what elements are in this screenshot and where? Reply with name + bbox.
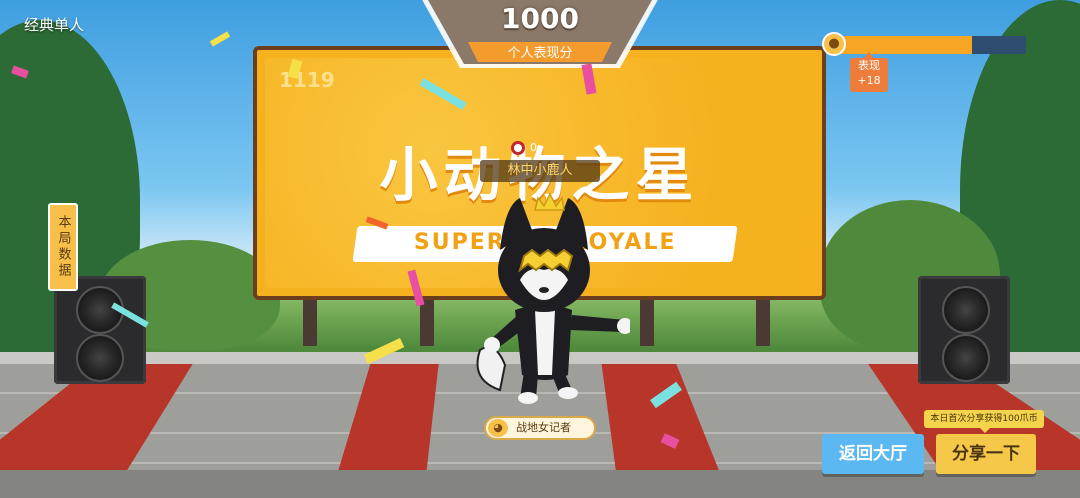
paw-icon: ● xyxy=(822,32,846,56)
player-badge-count: 0 xyxy=(530,141,537,154)
back-to-lobby-button[interactable]: 返回大厅 xyxy=(822,434,924,474)
performance-tooltip: 表现 +18 xyxy=(850,52,888,92)
performance-progress-bar xyxy=(832,36,1026,54)
billboard-code: 1119 xyxy=(279,68,335,92)
performance-progress-fill xyxy=(832,36,972,54)
cat-face-icon: ◕ xyxy=(488,419,508,437)
score-panel: 1000 个人表现分 xyxy=(420,0,660,72)
round-data-tab[interactable]: 本局数据 xyxy=(48,203,78,291)
share-reward-hint: 本日首次分享获得100爪币 xyxy=(924,410,1044,433)
score-value: 1000 xyxy=(501,2,579,35)
speaker-left xyxy=(54,276,146,384)
performance-tip-value: +18 xyxy=(857,74,881,87)
share-button[interactable]: 分享一下 xyxy=(936,434,1036,474)
score-label: 个人表现分 xyxy=(507,46,573,61)
speaker-right xyxy=(918,276,1010,384)
stage-steps xyxy=(0,470,1080,498)
player-name: 林中小鹿人 xyxy=(480,160,600,182)
player-title: 战地女记者 xyxy=(516,421,571,434)
victory-screen: 1119 小动物之星 SUPER A L ROYALE xyxy=(0,0,1080,498)
game-mode-label: 经典单人 xyxy=(24,16,85,34)
confetti xyxy=(209,31,231,47)
performance-tip-label: 表现 xyxy=(858,59,880,72)
player-character xyxy=(476,192,630,404)
